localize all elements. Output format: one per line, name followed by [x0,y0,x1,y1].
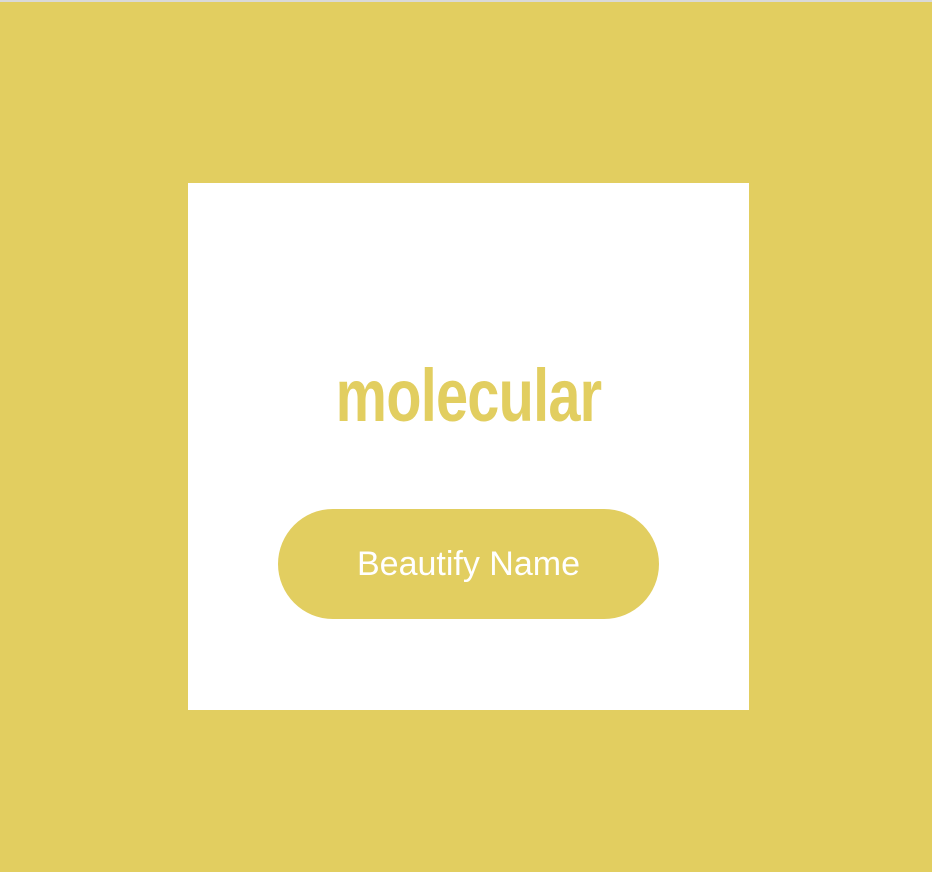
beautify-name-button[interactable]: Beautify Name [278,509,659,619]
page: { "colors": { "background": "#e2ce60", "… [0,0,932,872]
name-card: molecular Beautify Name [188,183,749,710]
top-edge-divider [0,0,932,2]
name-display: molecular [335,354,602,437]
